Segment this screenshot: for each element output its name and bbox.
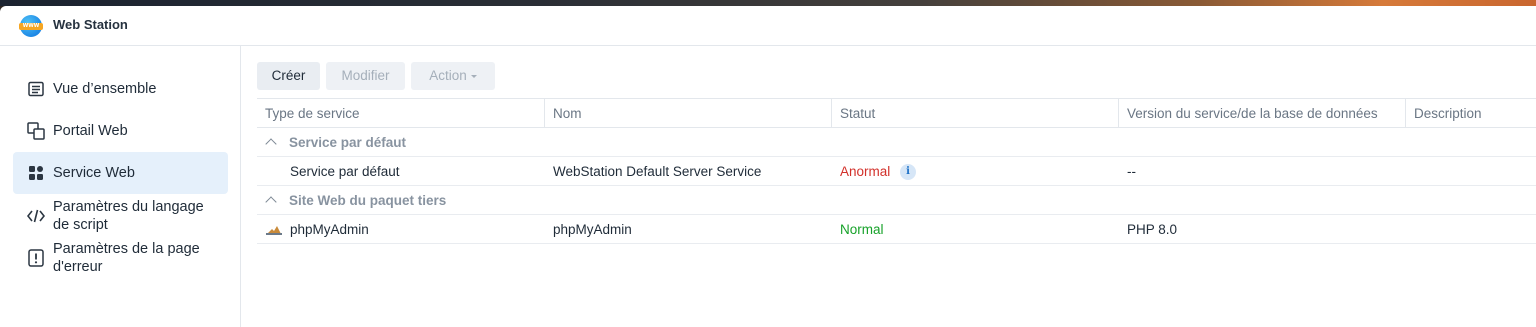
group-header-default-service[interactable]: Service par défaut: [257, 128, 1536, 157]
column-header-status[interactable]: Statut: [831, 99, 1118, 128]
column-header-name[interactable]: Nom: [544, 99, 831, 128]
column-header-description[interactable]: Description: [1405, 99, 1536, 128]
cell-name: phpMyAdmin: [553, 222, 632, 237]
overview-icon: [27, 80, 45, 98]
services-table: Type de service Nom Statut Version du se…: [257, 98, 1536, 244]
cell-name: WebStation Default Server Service: [553, 164, 762, 179]
group-label: Site Web du paquet tiers: [289, 193, 447, 208]
app-title: Web Station: [53, 17, 128, 32]
chevron-up-icon[interactable]: [265, 196, 277, 208]
webstation-globe-icon: WWW: [19, 15, 43, 37]
grid-apps-icon: [27, 164, 45, 182]
error-page-icon: [27, 249, 45, 267]
main-panel: Créer Modifier Action Type de service No…: [241, 46, 1536, 327]
sidebar-item-error-page[interactable]: Paramètres de la page d'erreur: [13, 239, 228, 277]
window-titlebar[interactable]: WWW Web Station: [0, 6, 1536, 46]
code-brackets-icon: [27, 207, 45, 225]
sidebar-item-label-line2: de script: [53, 217, 108, 233]
create-button[interactable]: Créer: [257, 62, 320, 90]
cell-status: Normal: [840, 222, 884, 237]
table-row[interactable]: Service par défaut WebStation Default Se…: [257, 157, 1536, 186]
column-header-version[interactable]: Version du service/de la base de données: [1118, 99, 1405, 128]
cell-type: phpMyAdmin: [290, 222, 369, 237]
chevron-up-icon[interactable]: [265, 138, 277, 150]
sidebar-item-label: Service Web: [53, 165, 135, 181]
sidebar-item-web-service[interactable]: Service Web: [13, 152, 228, 194]
sidebar-item-label-line2: d'erreur: [53, 259, 103, 275]
modify-button[interactable]: Modifier: [326, 62, 405, 90]
sidebar-item-label: Vue d’ensemble: [53, 81, 157, 97]
table-header: Type de service Nom Statut Version du se…: [257, 98, 1536, 128]
web-portal-icon: [27, 122, 45, 140]
sidebar-item-web-portal[interactable]: Portail Web: [13, 113, 228, 149]
sidebar: Vue d’ensemble Portail Web Service Web P…: [0, 46, 241, 327]
sidebar-item-label-line1: Paramètres de la page: [53, 241, 200, 257]
action-dropdown-button[interactable]: Action: [411, 62, 495, 90]
sidebar-item-script-language[interactable]: Paramètres du langage de script: [13, 197, 228, 235]
cell-type: Service par défaut: [290, 164, 400, 179]
cell-version: --: [1127, 164, 1136, 179]
toolbar: Créer Modifier Action: [257, 62, 495, 90]
phpmyadmin-icon: [266, 224, 282, 235]
cell-version: PHP 8.0: [1127, 222, 1178, 237]
sidebar-item-overview[interactable]: Vue d’ensemble: [13, 71, 228, 107]
table-row[interactable]: phpMyAdmin phpMyAdmin Normal PHP 8.0: [257, 215, 1536, 244]
chevron-down-icon: [470, 74, 477, 78]
action-label: Action: [429, 68, 467, 83]
group-header-third-party[interactable]: Site Web du paquet tiers: [257, 186, 1536, 215]
info-icon[interactable]: i: [900, 164, 916, 180]
sidebar-item-label: Portail Web: [53, 123, 128, 139]
group-label: Service par défaut: [289, 135, 407, 150]
column-header-type[interactable]: Type de service: [257, 99, 544, 128]
cell-status: Anormal: [840, 164, 891, 179]
sidebar-item-label-line1: Paramètres du langage: [53, 199, 204, 215]
web-station-window: WWW Web Station Vue d’ensemble Portail W…: [0, 6, 1536, 327]
